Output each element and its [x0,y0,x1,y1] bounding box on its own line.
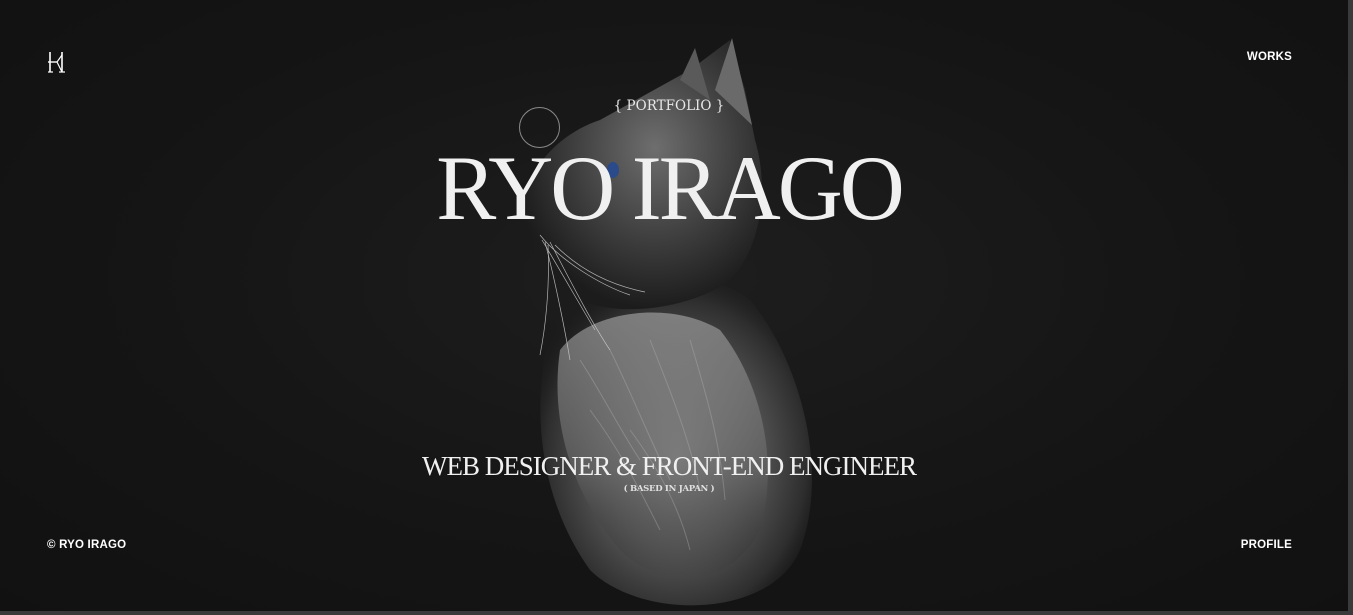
nav-profile-link[interactable]: PROFILE [1241,539,1292,551]
portfolio-eyebrow: { PORTFOLIO } [613,98,725,114]
logo-monogram-icon[interactable] [47,50,67,74]
role-heading: WEB DESIGNER & FRONT-END ENGINEER [422,451,917,481]
window-edge-right [1348,0,1353,615]
hero-name-title: RYO IRAGO [436,137,905,240]
nav-works-link[interactable]: WORKS [1247,51,1292,63]
location-caption: ( BASED IN JAPAN ) [623,484,715,494]
copyright-text: © RYO IRAGO [47,539,127,551]
portfolio-page: WORKS {PORTFOLIO} RYO IRAGO WEB DESIGN… [0,0,1353,615]
window-edge-bottom [0,611,1353,615]
